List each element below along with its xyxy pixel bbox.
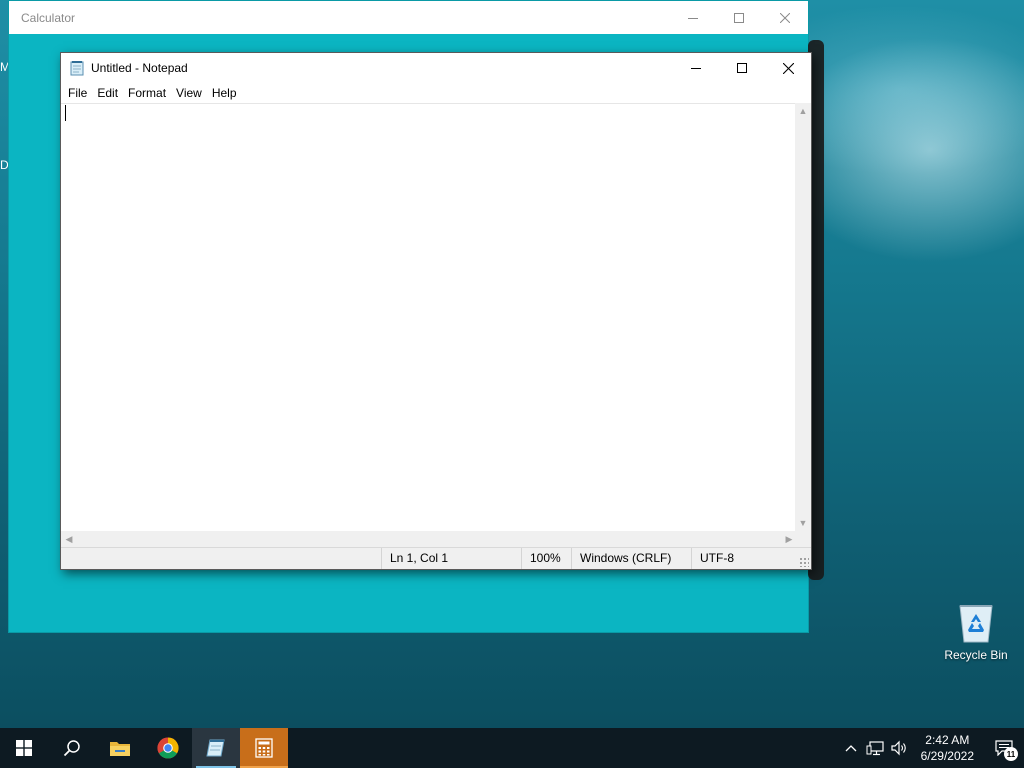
system-tray: 2:42 AM 6/29/2022 11 (839, 728, 1024, 768)
chrome-button[interactable] (144, 728, 192, 768)
clock-time: 2:42 AM (925, 733, 970, 747)
menu-edit[interactable]: Edit (92, 83, 123, 103)
scroll-up-icon[interactable]: ▲ (795, 103, 811, 119)
recycle-bin-label: Recycle Bin (944, 648, 1008, 662)
notepad-close-button[interactable] (765, 53, 811, 83)
notepad-window[interactable]: Untitled - Notepad File Edit Format View… (60, 52, 812, 570)
status-position: Ln 1, Col 1 (381, 548, 521, 569)
notepad-titlebar[interactable]: Untitled - Notepad (61, 53, 811, 83)
clock[interactable]: 2:42 AM 6/29/2022 (911, 732, 984, 764)
text-caret (65, 105, 66, 121)
network-button[interactable] (863, 728, 887, 768)
search-button[interactable] (48, 728, 96, 768)
calculator-taskbar-button[interactable] (240, 728, 288, 768)
network-icon (866, 741, 884, 756)
minimize-icon (688, 17, 698, 19)
menu-format[interactable]: Format (123, 83, 171, 103)
scroll-left-icon[interactable]: ◀ (61, 531, 77, 547)
notepad-title: Untitled - Notepad (91, 61, 188, 75)
scroll-down-icon[interactable]: ▼ (795, 515, 811, 531)
status-zoom: 100% (521, 548, 571, 569)
notepad-taskbar-button[interactable] (192, 728, 240, 768)
scrollbar-corner (795, 531, 811, 547)
recycle-bin[interactable]: Recycle Bin (940, 600, 1012, 662)
calculator-icon (255, 738, 273, 758)
maximize-icon (734, 12, 744, 23)
notepad-statusbar: Ln 1, Col 1 100% Windows (CRLF) UTF-8 (61, 547, 811, 569)
calculator-minimize-button[interactable] (670, 1, 716, 34)
status-line-endings: Windows (CRLF) (571, 548, 691, 569)
calculator-close-button[interactable] (762, 1, 808, 34)
start-button[interactable] (0, 728, 48, 768)
chevron-up-icon (845, 745, 857, 752)
resize-grip-icon[interactable] (799, 557, 809, 567)
notepad-menubar: File Edit Format View Help (61, 83, 811, 103)
notepad-text-area[interactable] (61, 103, 797, 581)
volume-icon (891, 740, 906, 756)
close-icon (780, 12, 790, 23)
status-encoding: UTF-8 (691, 548, 811, 569)
clock-date: 6/29/2022 (920, 749, 974, 763)
notepad-icon (206, 739, 225, 757)
show-hidden-icons-button[interactable] (839, 728, 863, 768)
action-center-button[interactable]: 11 (984, 728, 1024, 768)
notepad-maximize-button[interactable] (719, 53, 765, 83)
desktop-icon-label: M (0, 60, 8, 74)
menu-file[interactable]: File (63, 83, 92, 103)
recycle-bin-icon (956, 600, 996, 644)
minimize-icon (691, 68, 701, 69)
search-icon (63, 740, 80, 757)
desktop-icon-label: D (0, 158, 8, 172)
vertical-scrollbar[interactable]: ▲ ▼ (795, 103, 811, 531)
volume-button[interactable] (887, 728, 911, 768)
menu-help[interactable]: Help (207, 83, 242, 103)
file-explorer-button[interactable] (96, 728, 144, 768)
menu-view[interactable]: View (171, 83, 207, 103)
notepad-minimize-button[interactable] (673, 53, 719, 83)
notepad-app-icon (69, 60, 85, 76)
chrome-icon (157, 737, 179, 759)
file-explorer-icon (110, 742, 130, 756)
maximize-icon (737, 63, 747, 73)
calculator-titlebar[interactable]: Calculator (9, 1, 808, 34)
calculator-title: Calculator (21, 10, 76, 25)
calculator-maximize-button[interactable] (716, 1, 762, 34)
taskbar: 2:42 AM 6/29/2022 11 (0, 728, 1024, 768)
close-icon (782, 62, 794, 74)
start-icon (16, 740, 32, 756)
horizontal-scrollbar[interactable]: ◀ ▶ (61, 531, 797, 547)
notification-count-badge: 11 (1004, 747, 1018, 761)
